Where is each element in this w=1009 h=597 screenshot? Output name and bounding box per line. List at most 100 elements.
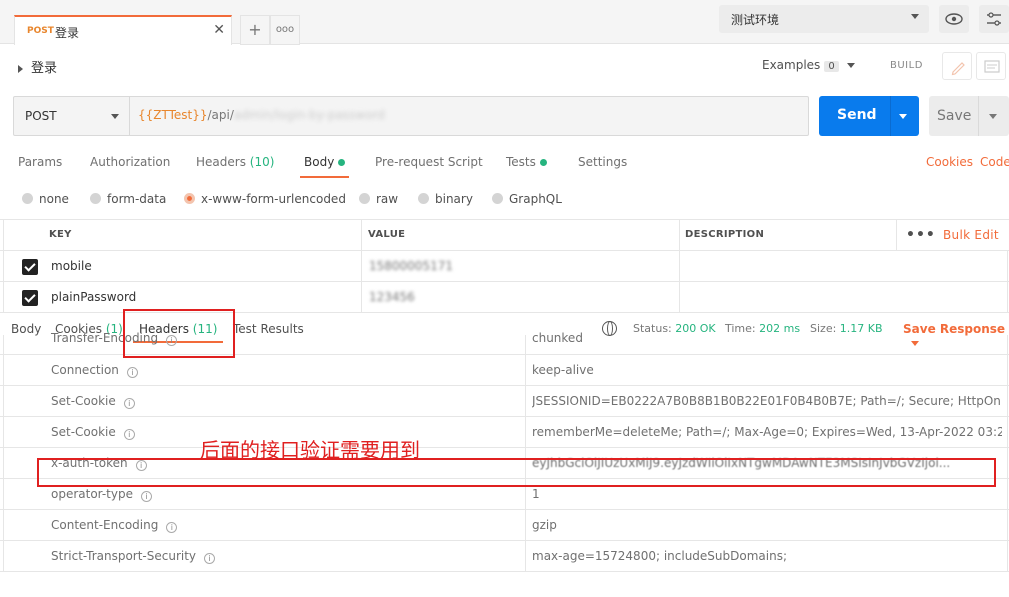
table-row: plainPassword 123456 xyxy=(0,281,1009,313)
column-divider xyxy=(361,220,362,251)
manage-environments-button[interactable] xyxy=(979,5,1009,33)
header-key-text: Set-Cookie xyxy=(51,425,116,439)
examples-dropdown[interactable]: Examples 0 xyxy=(762,58,855,72)
build-label[interactable]: BUILD xyxy=(890,60,923,71)
column-divider xyxy=(3,355,4,386)
column-divider xyxy=(525,386,526,417)
radio-icon xyxy=(418,193,429,204)
radio-label: raw xyxy=(376,192,399,206)
row-checkbox[interactable] xyxy=(22,290,38,306)
more-tabs-button[interactable]: ooo xyxy=(270,15,300,45)
chevron-down-icon xyxy=(846,63,855,68)
tab-authorization[interactable]: Authorization xyxy=(90,155,170,169)
column-divider xyxy=(3,541,4,572)
info-icon[interactable]: i xyxy=(123,429,135,440)
header-key: Connection i xyxy=(51,355,138,385)
param-value[interactable]: 123456 xyxy=(369,282,415,313)
edit-button[interactable] xyxy=(942,52,972,80)
bulk-edit-link[interactable]: Bulk Edit xyxy=(943,220,999,251)
column-divider xyxy=(3,335,4,355)
table-row: Set-Cookie i rememberMe=deleteMe; Path=/;… xyxy=(0,417,1009,448)
response-tab-body[interactable]: Body xyxy=(11,322,41,336)
info-icon[interactable]: i xyxy=(126,367,138,378)
column-divider xyxy=(525,541,526,572)
radio-none[interactable]: none xyxy=(22,192,69,206)
more-options-icon[interactable]: ••• xyxy=(906,220,936,251)
info-icon[interactable]: i xyxy=(123,398,135,409)
radio-form-data[interactable]: form-data xyxy=(90,192,166,206)
column-header-description: DESCRIPTION xyxy=(685,229,765,240)
radio-graphql[interactable]: GraphQL xyxy=(492,192,562,206)
save-button[interactable]: Save xyxy=(929,96,1009,136)
close-icon[interactable]: ✕ xyxy=(213,22,225,38)
column-divider xyxy=(361,282,362,313)
tab-body[interactable]: Body xyxy=(299,155,350,178)
tab-label: Body xyxy=(11,322,42,336)
environment-select[interactable]: 测试环境 xyxy=(719,5,929,33)
examples-count: 0 xyxy=(824,61,839,72)
tab-label: Body xyxy=(304,155,335,169)
tab-params[interactable]: Params xyxy=(18,155,62,169)
table-row: mobile 15800005171 xyxy=(0,250,1009,282)
column-header-value: VALUE xyxy=(368,229,406,240)
caret-right-icon xyxy=(18,64,23,73)
table-header-row: KEY VALUE DESCRIPTION ••• Bulk Edit xyxy=(0,219,1009,251)
tab-label: Headers xyxy=(196,155,246,169)
header-value: gzip xyxy=(532,518,557,532)
info-icon[interactable]: i xyxy=(140,491,152,502)
radio-x-www-form-urlencoded[interactable]: x-www-form-urlencoded xyxy=(184,192,346,206)
tab-headers[interactable]: Headers (10) xyxy=(196,155,274,169)
param-value[interactable]: 15800005171 xyxy=(369,251,453,282)
comments-button[interactable] xyxy=(976,52,1006,80)
tab-pre-request-script[interactable]: Pre-request Script xyxy=(375,155,483,169)
param-key[interactable]: mobile xyxy=(51,251,92,282)
chevron-down-icon[interactable] xyxy=(989,114,997,119)
radio-icon xyxy=(90,193,101,204)
annotation-highlight-token-row xyxy=(37,458,996,487)
column-divider xyxy=(525,510,526,541)
info-icon[interactable]: i xyxy=(204,553,216,564)
column-divider xyxy=(1007,335,1008,355)
radio-label: x-www-form-urlencoded xyxy=(201,192,346,206)
method-label: POST xyxy=(25,109,57,123)
radio-label: binary xyxy=(435,192,473,206)
header-key: Strict-Transport-Security i xyxy=(51,541,216,571)
new-tab-button[interactable]: + xyxy=(240,15,270,45)
tab-label: Settings xyxy=(578,155,628,169)
examples-label: Examples xyxy=(762,58,821,72)
request-tab-name: 登录 xyxy=(55,26,80,40)
chevron-down-icon[interactable] xyxy=(899,114,907,119)
radio-icon xyxy=(359,193,370,204)
save-divider xyxy=(978,96,979,136)
request-title[interactable]: 登录 xyxy=(18,57,57,76)
cookies-link[interactable]: Cookies xyxy=(926,155,973,169)
sliders-icon xyxy=(987,12,1001,26)
radio-raw[interactable]: raw xyxy=(359,192,398,206)
radio-binary[interactable]: binary xyxy=(418,192,473,206)
code-link[interactable]: Code xyxy=(980,155,1009,169)
column-divider xyxy=(1007,541,1008,572)
tab-tests[interactable]: Tests xyxy=(506,155,547,169)
response-tab-test-results[interactable]: Test Results xyxy=(233,322,304,336)
column-divider xyxy=(1007,510,1008,541)
ellipsis-icon: ooo xyxy=(275,24,295,35)
header-key-text: Strict-Transport-Security xyxy=(51,549,197,563)
request-tab[interactable]: POST 登录 ✕ xyxy=(14,15,232,45)
column-divider xyxy=(3,386,4,417)
method-select[interactable]: POST xyxy=(14,97,130,135)
url-bar: POST {{ZTTest}}/api/admin/login-by-passw… xyxy=(13,96,809,136)
url-path: /api/ xyxy=(207,108,234,122)
table-row: Set-Cookie i JSESSIONID=EB0222A7B0B8B1B0B… xyxy=(0,386,1009,417)
info-icon[interactable]: i xyxy=(166,522,178,533)
environment-quick-look-button[interactable] xyxy=(939,5,969,33)
radio-label: GraphQL xyxy=(509,192,562,206)
column-divider xyxy=(3,220,4,251)
header-value: rememberMe=deleteMe; Path=/; Max-Age=0; … xyxy=(532,425,1002,439)
row-checkbox[interactable] xyxy=(22,259,38,275)
url-input[interactable]: {{ZTTest}}/api/admin/login-by-password xyxy=(138,108,385,122)
send-button[interactable]: Send xyxy=(819,96,919,136)
status-dot xyxy=(539,159,547,166)
send-divider xyxy=(890,96,891,136)
column-divider xyxy=(3,479,4,510)
tab-settings[interactable]: Settings xyxy=(578,155,627,169)
